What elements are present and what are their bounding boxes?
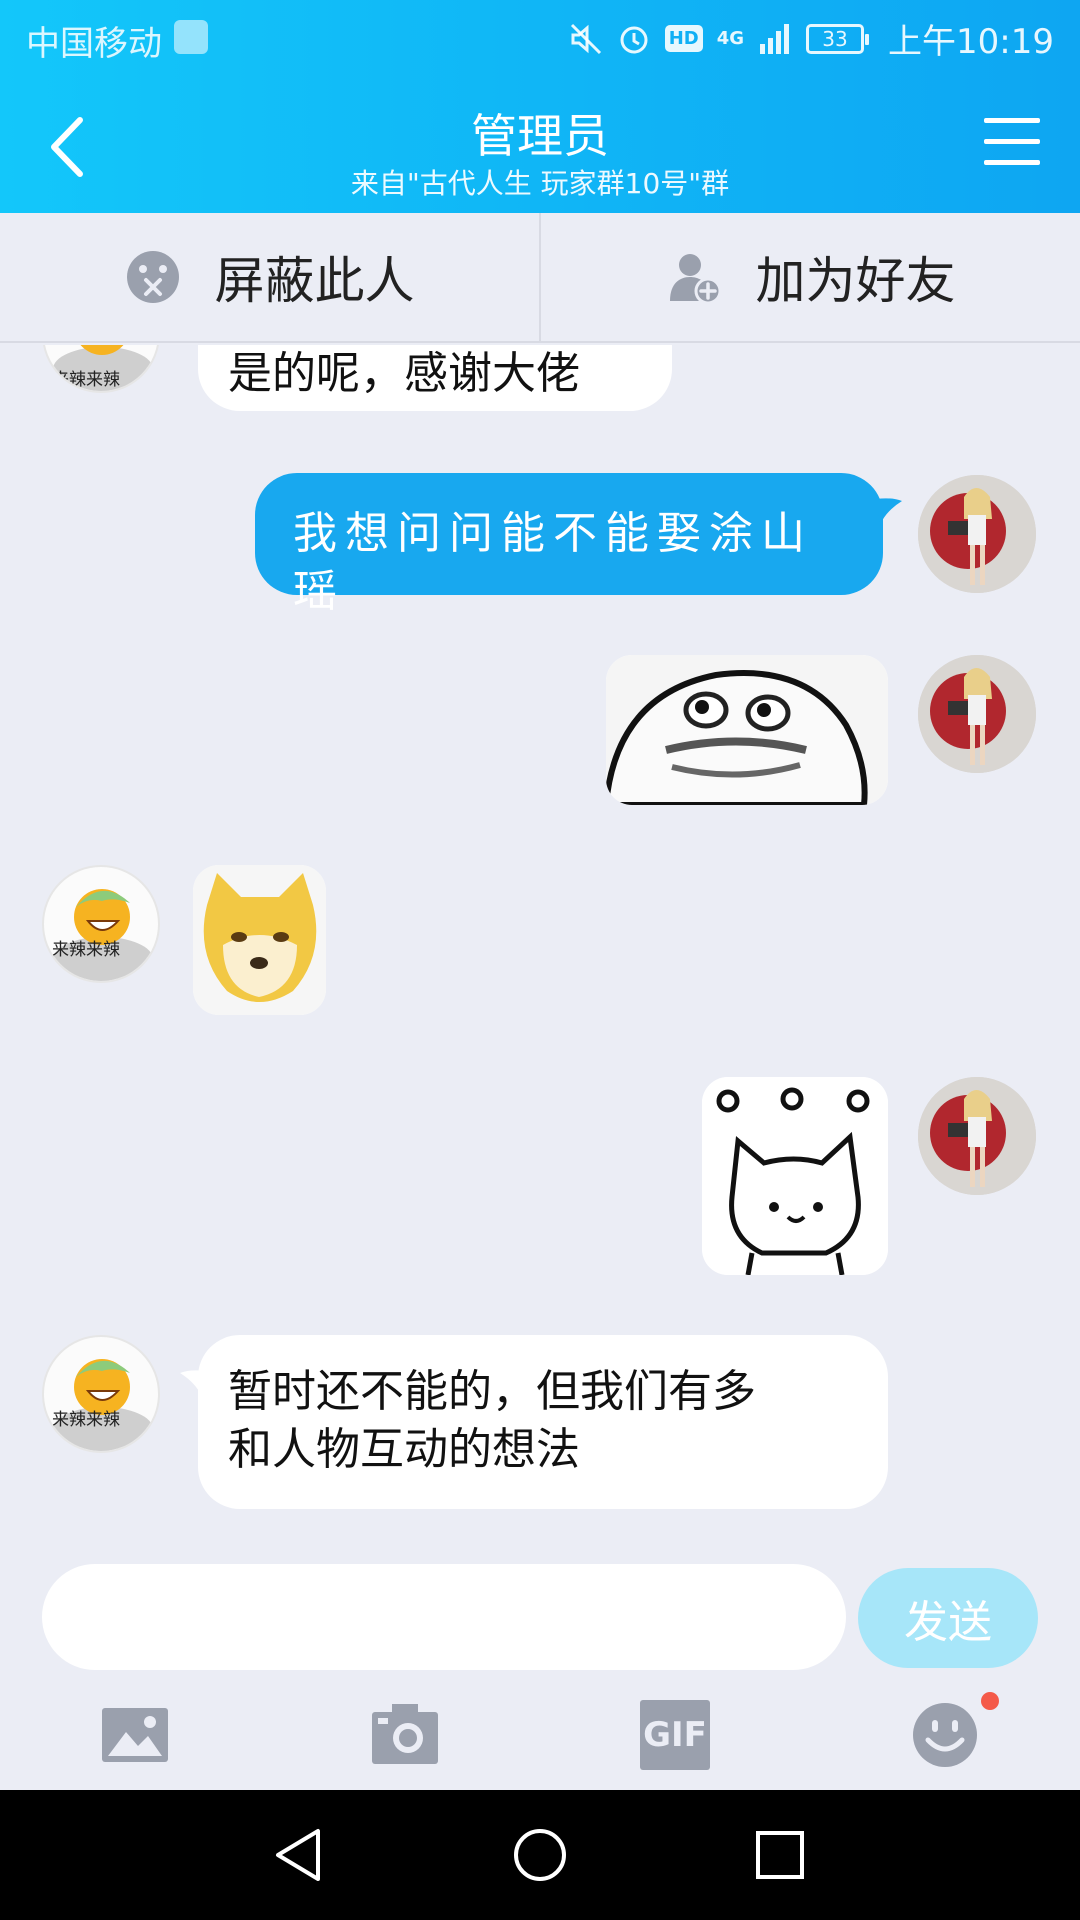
my-avatar[interactable] xyxy=(918,655,1036,773)
sender-avatar[interactable]: 来辣来辣 xyxy=(42,865,160,983)
carrier-logo-icon xyxy=(174,20,208,54)
status-icons: HD 4G 33 上午10:19 xyxy=(569,14,1054,63)
notification-dot xyxy=(981,1692,999,1710)
avatar-caption: 来辣来辣 xyxy=(52,1410,120,1430)
network-type: 4G xyxy=(716,28,745,49)
my-avatar[interactable] xyxy=(918,1077,1036,1195)
system-navigation-bar xyxy=(0,1790,1080,1920)
gif-label: GIF xyxy=(643,1715,707,1755)
block-icon xyxy=(126,251,179,303)
composer: 发送 GIF xyxy=(0,1540,1080,1790)
sender-avatar[interactable]: 来辣来辣 xyxy=(42,345,160,393)
message-input[interactable] xyxy=(42,1564,846,1670)
blob-face-sticker[interactable] xyxy=(606,655,888,805)
add-friend-icon xyxy=(669,254,721,305)
emoji-icon[interactable] xyxy=(910,1700,980,1770)
white-cat-sticker[interactable] xyxy=(702,1077,888,1275)
carrier-name: 中国移动 xyxy=(26,24,162,64)
alarm-icon xyxy=(620,26,648,53)
add-friend-label: 加为好友 xyxy=(755,252,956,310)
signal-icon xyxy=(760,23,790,54)
message-text-line: 暂时还不能的，但我们有多 xyxy=(228,1366,756,1417)
message-text: 我想问问能不能娶涂山瑶 xyxy=(293,508,813,617)
action-bar: 屏蔽此人 加为好友 xyxy=(0,213,1080,343)
avatar-image xyxy=(918,475,1036,593)
sender-avatar[interactable]: 来辣来辣 xyxy=(42,1335,160,1453)
image-icon[interactable] xyxy=(100,1700,170,1770)
battery-indicator: 33 xyxy=(806,23,870,54)
clock: 上午10:19 xyxy=(888,22,1054,62)
avatar-caption: 来辣来辣 xyxy=(52,940,120,960)
status-bar: 中国移动 HD 4G 33 上午10:19 xyxy=(0,0,1080,75)
send-button[interactable]: 发送 xyxy=(858,1568,1038,1668)
message-text: 是的呢，感谢大佬 xyxy=(228,348,580,399)
nav-recents-icon[interactable] xyxy=(750,1825,810,1885)
avatar-image xyxy=(53,1359,153,1451)
nav-home-icon[interactable] xyxy=(510,1825,570,1885)
block-user-label: 屏蔽此人 xyxy=(214,252,415,310)
message-bubble[interactable]: 我想问问能不能娶涂山瑶 xyxy=(255,473,883,617)
message-bubble[interactable]: 是的呢，感谢大佬 xyxy=(198,345,672,411)
my-avatar[interactable] xyxy=(918,475,1036,593)
mute-icon xyxy=(570,23,601,54)
nav-back-icon[interactable] xyxy=(270,1825,330,1885)
gif-icon[interactable]: GIF xyxy=(640,1700,710,1770)
block-user-button[interactable]: 屏蔽此人 xyxy=(0,213,539,341)
menu-icon[interactable] xyxy=(984,118,1040,168)
message-list[interactable]: 来辣来辣 是的呢，感谢大佬 我想问问能不能娶涂山瑶 来辣来辣 来辣来辣 暂时还不… xyxy=(0,345,1080,1540)
page-subtitle: 来自"古代人生 玩家群10号"群 xyxy=(350,167,730,200)
camera-icon[interactable] xyxy=(370,1700,440,1770)
avatar-image xyxy=(53,889,153,981)
add-friend-button[interactable]: 加为好友 xyxy=(539,213,1080,341)
avatar-image xyxy=(918,1077,1036,1195)
avatar-image xyxy=(918,655,1036,773)
message-bubble[interactable]: 暂时还不能的，但我们有多 和人物互动的想法 xyxy=(198,1335,888,1509)
hd-badge: HD xyxy=(664,25,703,52)
page-title: 管理员 xyxy=(471,109,609,163)
doge-sticker[interactable] xyxy=(193,865,326,1015)
message-text-line: 和人物互动的想法 xyxy=(228,1424,580,1475)
avatar-caption: 来辣来辣 xyxy=(52,370,120,390)
bubble-tail xyxy=(876,498,902,525)
chat-header: 中国移动 HD 4G 33 上午10:19 管理员 来自"古代人生 玩家群10号… xyxy=(0,0,1080,213)
